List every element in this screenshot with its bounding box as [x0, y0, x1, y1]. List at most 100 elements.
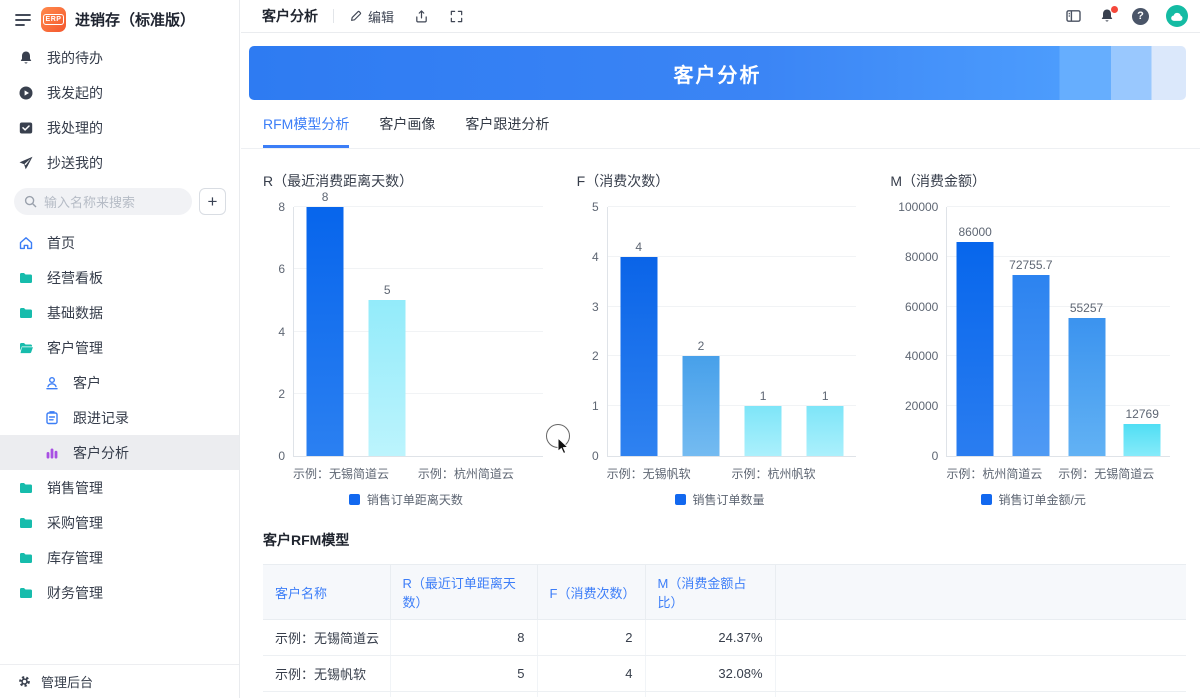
bar[interactable]: [620, 256, 658, 456]
bar[interactable]: [1123, 424, 1161, 456]
tab-followup-analysis[interactable]: 客户跟进分析: [465, 100, 549, 148]
bar-value-label: 2: [697, 339, 705, 354]
chart-title: R（最近消费距离天数）: [263, 173, 414, 189]
folder-open-icon: [18, 340, 34, 356]
help-icon[interactable]: ?: [1132, 7, 1149, 25]
bar[interactable]: [682, 356, 720, 456]
sidebar-item-my-initiated[interactable]: 我发起的: [0, 75, 239, 110]
chart-xlabels: 示例：无锡简道云 示例：杭州简道云: [293, 465, 543, 481]
bar-value-label: 72755.7: [1009, 257, 1053, 272]
x-axis-label: [691, 465, 732, 481]
topbar: 客户分析 编辑 ?: [241, 0, 1200, 33]
chart-legend[interactable]: 销售订单数量: [577, 493, 863, 507]
table-header-row: 客户名称 R（最近订单距离天数） F（消费次数） M（消费金额占比）: [263, 564, 1186, 620]
hamburger-menu-icon[interactable]: [14, 12, 32, 28]
gear-icon: [17, 674, 32, 689]
rfm-table: 客户名称 R（最近订单距离天数） F（消费次数） M（消费金额占比） 示例：无锡…: [263, 564, 1186, 697]
tab-customer-portrait[interactable]: 客户画像: [379, 100, 435, 148]
bar[interactable]: [1012, 274, 1050, 456]
share-button[interactable]: [414, 9, 429, 24]
bar-value-label: 86000: [958, 224, 992, 239]
search-placeholder: 输入名称来搜索: [44, 195, 136, 210]
sidebar-item-customers[interactable]: 客户: [0, 365, 239, 400]
chart-recency: R（最近消费距离天数） 0246885 示例：无锡简道云 示例：杭州简道云 销售订…: [263, 171, 549, 507]
chart-legend[interactable]: 销售订单金额/元: [890, 493, 1176, 507]
legend-swatch: [674, 494, 686, 505]
sidebar-item-customer-analysis[interactable]: 客户分析: [0, 435, 239, 470]
app-header: ERP 进销存（标准版）: [0, 0, 239, 32]
bars: 86000 72755.7 55257 12769: [947, 207, 1170, 456]
workflow-list: 我的待办 我发起的 我处理的 抄送我的: [0, 40, 239, 180]
panel-toggle-icon[interactable]: [1065, 8, 1082, 24]
avatar[interactable]: [1166, 5, 1188, 27]
y-axis-tick-label: 5: [591, 200, 599, 214]
sidebar-item-purchase-management[interactable]: 采购管理: [0, 505, 239, 540]
main-area: 客户分析 编辑 ? 客户分析 RFM模型分析 客户画像 客户跟进分析 R（最近消…: [241, 0, 1200, 698]
bar[interactable]: [306, 207, 344, 456]
bar-slot: [418, 207, 480, 456]
sidebar-item-customer-management[interactable]: 客户管理: [0, 330, 239, 365]
bar[interactable]: [1068, 318, 1106, 456]
app-logo: ERP: [41, 7, 66, 32]
cell-filler: [775, 655, 1186, 692]
sidebar-item-inventory-management[interactable]: 库存管理: [0, 540, 239, 575]
notifications-bell-icon[interactable]: [1099, 6, 1118, 24]
folder-icon: [18, 550, 34, 566]
folder-icon: [18, 585, 34, 601]
bar[interactable]: [744, 406, 782, 456]
sidebar-item-followup-records[interactable]: 跟进记录: [0, 400, 239, 435]
cell-m-value: 24.37%: [645, 619, 776, 656]
chart-frequency: F（消费次数） 0 1 2 3 4 5 4 2 1 1 示例：无锡帆软 示例：杭州帆软 销售订单数量: [577, 171, 863, 507]
cloud-logo-icon: [1171, 12, 1183, 21]
cell-customer-name: 示例：无锡帆软: [263, 655, 391, 692]
bar-slot: 2: [670, 207, 732, 456]
sidebar-item-label: 我处理的: [47, 119, 103, 136]
sidebar-item-label: 抄送我的: [47, 154, 103, 171]
y-axis-tick-label: 0: [591, 449, 599, 463]
chart-monetary: M（消费金额） 0 20000 40000 60000 80000 100000 86000…: [890, 171, 1176, 507]
search-row: 输入名称来搜索 +: [14, 188, 226, 215]
y-axis-tick-label: 80000: [904, 249, 939, 264]
bar[interactable]: [956, 241, 994, 456]
edit-button[interactable]: 编辑: [349, 7, 394, 26]
fullscreen-button[interactable]: [449, 9, 464, 24]
cell-m-value: 32.08%: [645, 655, 776, 692]
tab-bar: RFM模型分析 客户画像 客户跟进分析: [241, 100, 1200, 149]
rfm-table-section: 客户RFM模型 客户名称 R（最近订单距离天数） F（消费次数） M（消费金额占…: [241, 506, 1200, 697]
sidebar-item-sales-management[interactable]: 销售管理: [0, 470, 239, 505]
bars: 4 2 1 1: [608, 207, 857, 456]
cell-filler: [775, 691, 1186, 697]
y-axis-tick-label: 4: [591, 249, 599, 264]
bar-value-label: 5: [383, 283, 391, 298]
folder-icon: [18, 270, 34, 286]
admin-console-button[interactable]: 管理后台: [0, 664, 239, 698]
x-axis-label: 示例：杭州帆软: [731, 467, 816, 481]
x-axis-label: 示例：无锡简道云: [293, 467, 390, 481]
bar-slot: 1: [794, 207, 856, 456]
sidebar-item-cc-to-me[interactable]: 抄送我的: [0, 145, 239, 180]
search-input[interactable]: 输入名称来搜索: [14, 188, 192, 215]
sidebar-item-base-data[interactable]: 基础数据: [0, 295, 239, 330]
bell-icon: [18, 50, 34, 66]
y-axis-tick-label: 6: [278, 262, 285, 277]
bar[interactable]: [806, 406, 844, 456]
table-row: 示例：无锡帆软 5 4 32.08%: [263, 655, 1186, 692]
sidebar-item-business-dashboard[interactable]: 经营看板: [0, 260, 239, 295]
banner-title: 客户分析: [673, 64, 762, 87]
chart-plot: 0246885: [278, 191, 543, 462]
column-header: 客户名称: [263, 564, 391, 620]
cell-r-value: -: [390, 691, 538, 697]
sidebar-item-my-todo[interactable]: 我的待办: [0, 40, 239, 75]
folder-icon: [18, 480, 34, 496]
tab-rfm-analysis[interactable]: RFM模型分析: [263, 100, 350, 148]
sidebar-item-my-processed[interactable]: 我处理的: [0, 110, 239, 145]
sidebar-item-home[interactable]: 首页: [0, 225, 239, 260]
x-axis-label: [1154, 465, 1170, 481]
add-button[interactable]: +: [199, 188, 226, 215]
bar-slot: 1: [732, 207, 794, 456]
bar-slot: 4: [608, 207, 670, 456]
chart-legend[interactable]: 销售订单距离天数: [263, 493, 549, 507]
share-icon: [414, 9, 429, 24]
bar[interactable]: [368, 300, 406, 456]
sidebar-item-finance-management[interactable]: 财务管理: [0, 575, 239, 610]
